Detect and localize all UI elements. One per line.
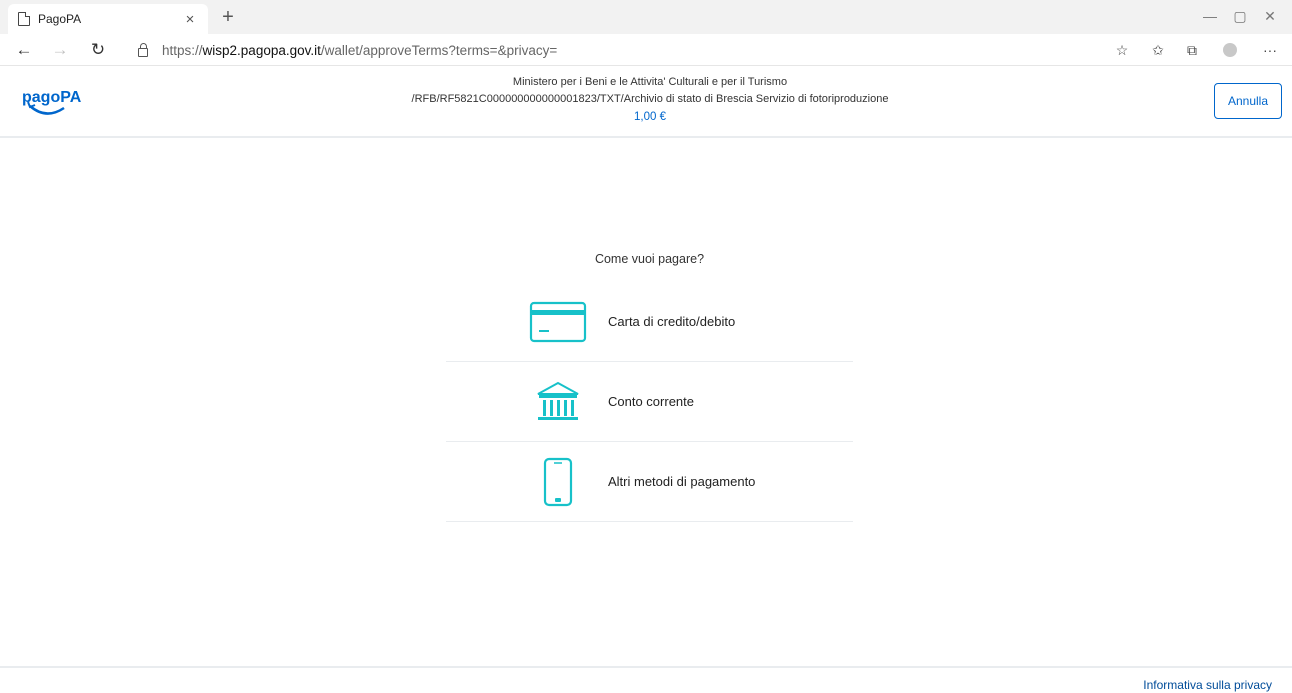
method-label: Altri metodi di pagamento	[608, 474, 756, 489]
method-credit-card[interactable]: Carta di credito/debito	[446, 282, 853, 362]
page-header: pagoPA Ministero per i Beni e le Attivit…	[0, 66, 1292, 138]
tab-title: PagoPA	[38, 12, 82, 26]
url-text: https://wisp2.pagopa.gov.it/wallet/appro…	[162, 42, 558, 58]
more-menu-button[interactable]: ···	[1258, 40, 1282, 60]
page-icon	[18, 12, 30, 26]
page-footer: Informativa sulla privacy	[0, 666, 1292, 693]
creditor-name: Ministero per i Beni e le Attivita' Cult…	[512, 76, 788, 88]
new-tab-button[interactable]: +	[216, 7, 240, 27]
method-bank-account[interactable]: Conto corrente	[446, 362, 853, 442]
profile-avatar[interactable]	[1218, 40, 1242, 60]
payment-amount: 1,00 €	[634, 111, 666, 123]
browser-tab-bar: PagoPA × + — ▢ ✕	[0, 0, 1292, 34]
forward-button[interactable]: →	[48, 39, 72, 61]
method-label: Conto corrente	[608, 394, 694, 409]
tab-close-button[interactable]: ×	[182, 11, 198, 28]
pagopa-logo: pagoPA	[22, 82, 82, 122]
credit-card-icon	[526, 296, 590, 348]
method-label: Carta di credito/debito	[608, 314, 736, 329]
lock-icon	[138, 42, 148, 57]
payment-causale: /RFB/RF5821C000000000000001823/TXT/Archi…	[411, 93, 889, 105]
svg-text:pagoPA: pagoPA	[22, 89, 82, 106]
minimize-button[interactable]: —	[1196, 8, 1224, 24]
refresh-button[interactable]: ↻	[86, 39, 110, 61]
collections-icon[interactable]: ⧉	[1180, 40, 1204, 60]
back-button[interactable]: ←	[12, 39, 36, 61]
page-question: Come vuoi pagare?	[594, 252, 705, 266]
method-other[interactable]: Altri metodi di pagamento	[446, 442, 853, 522]
address-bar[interactable]: https://wisp2.pagopa.gov.it/wallet/appro…	[128, 37, 1108, 63]
add-favorite-icon[interactable]: ☆	[1110, 40, 1134, 60]
favorites-icon[interactable]: ✩	[1146, 40, 1170, 60]
bank-icon	[526, 376, 590, 428]
privacy-link[interactable]: Informativa sulla privacy	[1143, 678, 1272, 692]
payment-info: Ministero per i Beni e le Attivita' Cult…	[300, 74, 1000, 126]
smartphone-icon	[526, 456, 590, 508]
browser-toolbar: ← → ↻ https://wisp2.pagopa.gov.it/wallet…	[0, 34, 1292, 66]
cancel-button[interactable]: Annulla	[1214, 83, 1282, 119]
close-window-button[interactable]: ✕	[1256, 8, 1284, 25]
restore-button[interactable]: ▢	[1226, 8, 1254, 25]
browser-tab[interactable]: PagoPA ×	[8, 4, 208, 34]
